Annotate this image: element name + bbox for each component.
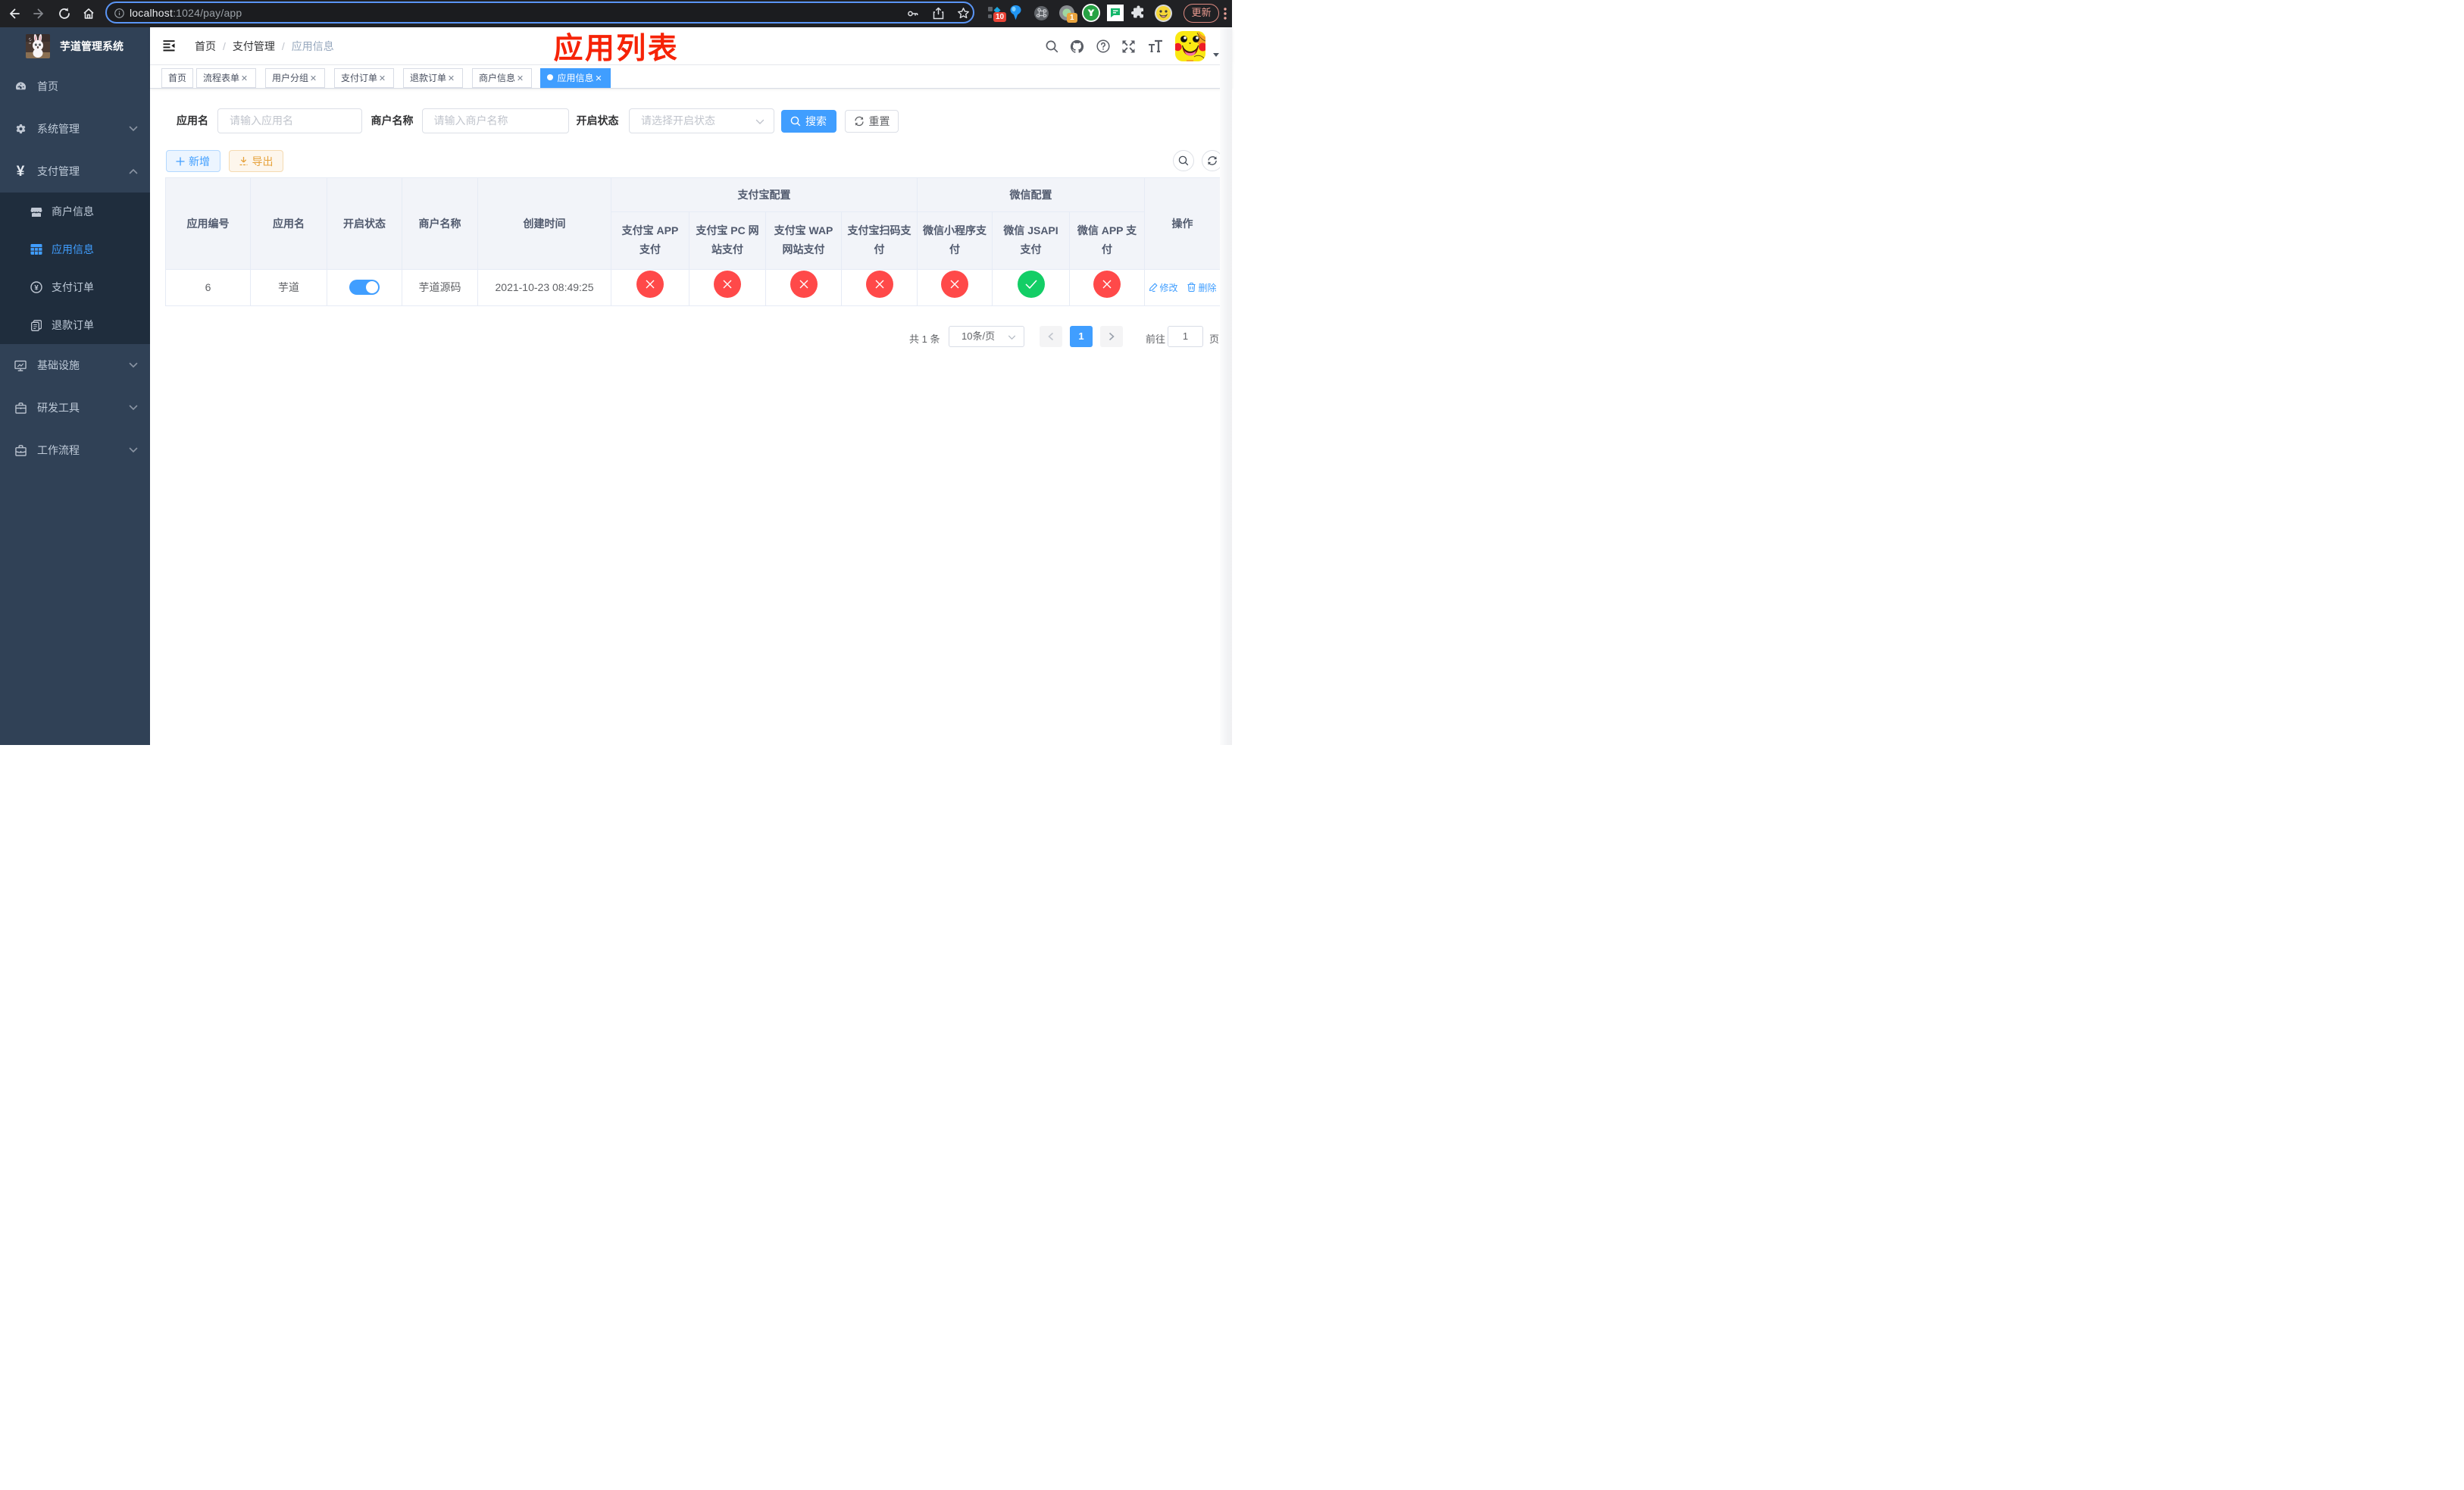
svg-text:¥: ¥	[34, 283, 39, 292]
